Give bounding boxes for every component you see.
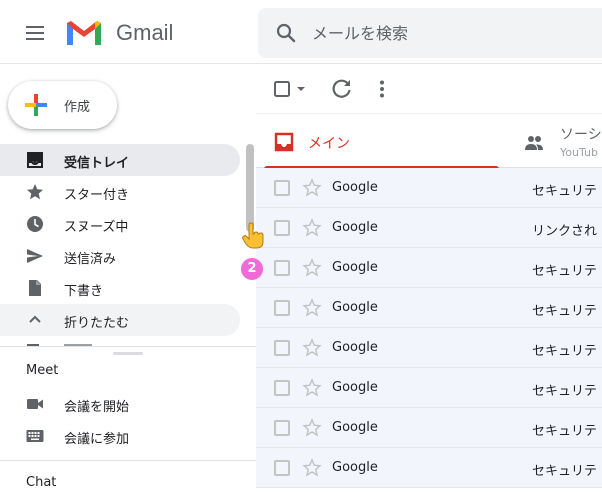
sidebar-item-starred[interactable]: スター付き — [0, 176, 240, 208]
keyboard-icon — [26, 430, 44, 442]
search-icon[interactable] — [274, 21, 298, 45]
email-sender: Google — [332, 180, 378, 195]
plus-icon — [25, 94, 47, 116]
email-row[interactable]: Google セキュリテ — [256, 248, 602, 288]
main-menu-icon[interactable] — [22, 22, 50, 44]
search-input[interactable] — [312, 20, 592, 46]
clock-icon — [27, 216, 43, 232]
step-marker: 2 — [241, 258, 263, 280]
row-checkbox[interactable] — [274, 460, 290, 476]
star-icon[interactable] — [302, 378, 322, 398]
email-row[interactable]: Google セキュリテ — [256, 448, 602, 488]
chat-section-title: Chat — [26, 475, 57, 490]
email-subject: セキュリテ — [532, 464, 598, 479]
row-checkbox[interactable] — [274, 260, 290, 276]
send-icon — [27, 249, 43, 263]
chevron-up-icon — [29, 315, 41, 323]
sidebar-item-snoozed[interactable]: スヌーズ中 — [0, 208, 240, 240]
sidebar-item-label: 送信済み — [64, 252, 117, 267]
email-subject: リンクされ — [532, 224, 598, 239]
tab-sublabel: YouTub — [560, 146, 598, 159]
row-checkbox[interactable] — [274, 340, 290, 356]
draft-icon — [29, 280, 41, 296]
star-icon[interactable] — [302, 418, 322, 438]
email-subject: セキュリテ — [532, 304, 598, 319]
compose-label: 作成 — [64, 100, 91, 115]
email-subject: セキュリテ — [532, 424, 598, 439]
category-tabs: メイン ソーシ YouTub — [256, 114, 602, 169]
app-header: Gmail — [0, 0, 602, 64]
email-sender: Google — [332, 460, 378, 475]
sidebar: 作成 受信トレイ スター付き スヌーズ中 送信済み 下書き 折りたたむ Meet… — [0, 64, 256, 496]
sidebar-item-collapse[interactable]: 折りたたむ — [0, 304, 240, 336]
meet-join-button[interactable]: 会議に参加 — [0, 420, 240, 452]
star-icon[interactable] — [302, 338, 322, 358]
tab-label: メイン — [308, 136, 350, 152]
select-all-checkbox[interactable] — [270, 77, 310, 101]
resize-handle[interactable] — [113, 352, 143, 355]
email-subject: セキュリテ — [532, 384, 598, 399]
inbox-icon — [27, 152, 43, 168]
email-row[interactable]: Google セキュリテ — [256, 408, 602, 448]
email-subject: セキュリテ — [532, 184, 598, 199]
folder-nav: 受信トレイ スター付き スヌーズ中 送信済み 下書き 折りたたむ — [0, 144, 240, 336]
email-row[interactable]: Google リンクされ — [256, 208, 602, 248]
email-sender: Google — [332, 340, 378, 355]
sidebar-item-label: 折りたたむ — [64, 316, 130, 331]
sidebar-item-inbox[interactable]: 受信トレイ — [0, 144, 240, 176]
email-sender: Google — [332, 420, 378, 435]
email-sender: Google — [332, 380, 378, 395]
star-icon[interactable] — [302, 178, 322, 198]
email-row[interactable]: Google セキュリテ — [256, 328, 602, 368]
inbox-icon — [274, 132, 294, 152]
videocam-icon — [27, 399, 43, 409]
more-options-icon[interactable] — [370, 77, 394, 101]
sidebar-item-label: 下書き — [64, 284, 104, 299]
star-icon[interactable] — [302, 258, 322, 278]
list-toolbar — [256, 64, 602, 114]
email-subject: セキュリテ — [532, 264, 598, 279]
email-sender: Google — [332, 300, 378, 315]
sidebar-scrollbar[interactable] — [246, 144, 254, 232]
sidebar-item-label: スター付き — [64, 188, 130, 203]
star-icon[interactable] — [302, 218, 322, 238]
star-icon[interactable] — [302, 298, 322, 318]
email-list: Google セキュリテ Google リンクされ Google セキュリテ G… — [256, 168, 602, 488]
row-checkbox[interactable] — [274, 380, 290, 396]
row-checkbox[interactable] — [274, 300, 290, 316]
tab-primary[interactable]: メイン — [264, 114, 499, 169]
email-subject: セキュリテ — [532, 344, 598, 359]
gmail-logo[interactable] — [64, 17, 104, 49]
people-icon — [525, 136, 543, 150]
email-sender: Google — [332, 260, 378, 275]
email-row[interactable]: Google セキュリテ — [256, 168, 602, 208]
sidebar-divider — [0, 460, 256, 461]
app-brand-name[interactable]: Gmail — [116, 20, 173, 46]
email-row[interactable]: Google セキュリテ — [256, 288, 602, 328]
tab-social[interactable]: ソーシ YouTub — [514, 114, 602, 168]
tab-label: ソーシ — [560, 127, 602, 143]
meet-section-title: Meet — [26, 363, 59, 378]
compose-button[interactable]: 作成 — [8, 81, 117, 129]
star-icon — [27, 184, 43, 200]
star-icon[interactable] — [302, 458, 322, 478]
search-box[interactable] — [258, 8, 602, 58]
meet-item-label: 会議を開始 — [64, 400, 130, 415]
row-checkbox[interactable] — [274, 220, 290, 236]
sidebar-item-label: 受信トレイ — [64, 156, 130, 171]
row-checkbox[interactable] — [274, 420, 290, 436]
pointer-hand-icon — [242, 222, 264, 249]
refresh-icon[interactable] — [330, 77, 354, 101]
row-checkbox[interactable] — [274, 180, 290, 196]
sidebar-item-label: スヌーズ中 — [64, 220, 129, 235]
meet-start-button[interactable]: 会議を開始 — [0, 388, 240, 420]
sidebar-item-sent[interactable]: 送信済み — [0, 240, 240, 272]
email-sender: Google — [332, 220, 378, 235]
meet-item-label: 会議に参加 — [64, 432, 130, 447]
sidebar-divider — [0, 346, 256, 347]
sidebar-item-drafts[interactable]: 下書き — [0, 272, 240, 304]
email-row[interactable]: Google セキュリテ — [256, 368, 602, 408]
